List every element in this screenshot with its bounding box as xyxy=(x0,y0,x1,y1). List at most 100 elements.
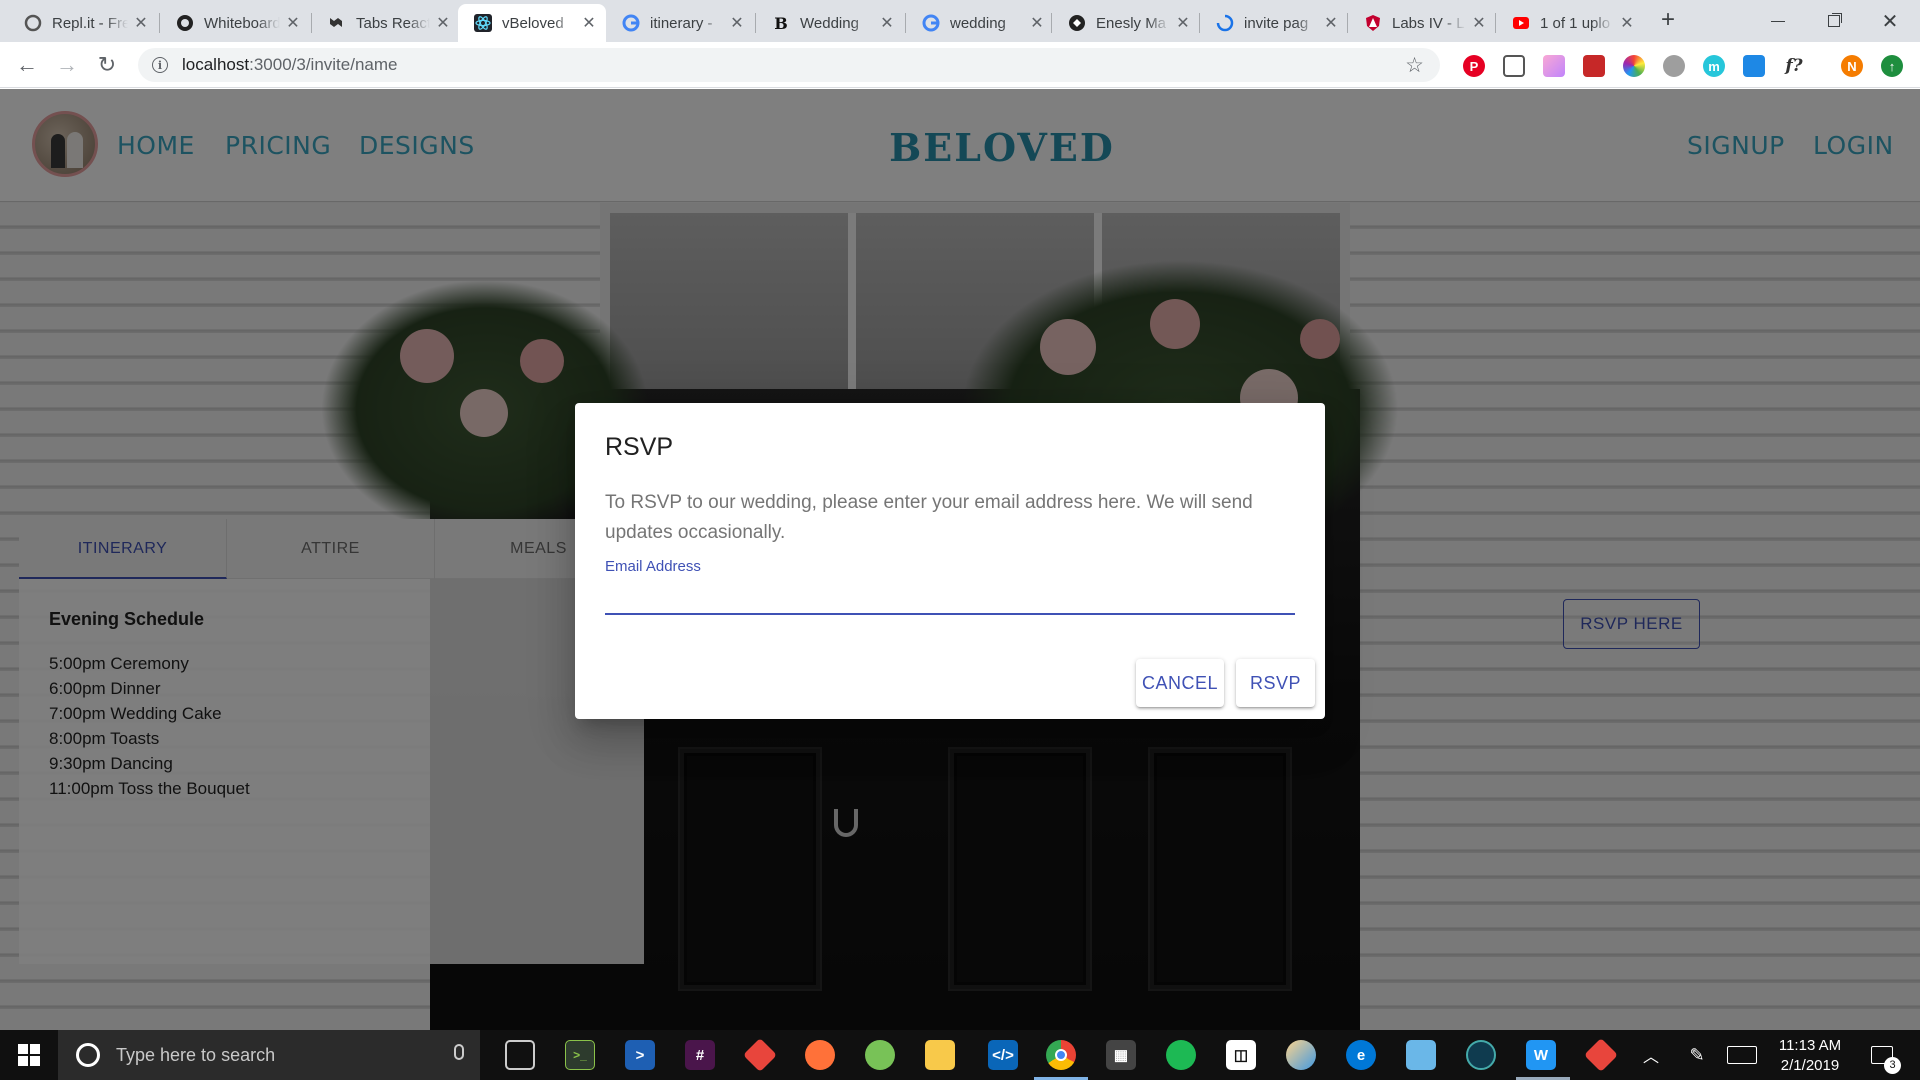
dialog-description: To RSVP to our wedding, please enter you… xyxy=(605,492,1253,543)
update-arrow-icon[interactable]: ↑ xyxy=(1881,55,1903,77)
browser-tab[interactable]: Repl.it - Free ✕ xyxy=(8,4,158,42)
screenshot-icon[interactable] xyxy=(1503,55,1525,77)
close-icon[interactable]: ✕ xyxy=(1470,13,1488,33)
clock-date: 2/1/2019 xyxy=(1780,1057,1840,1074)
address-bar[interactable]: i localhost:3000/3/invite/name ☆ xyxy=(138,48,1440,82)
url-host: localhost xyxy=(182,55,250,74)
microphone-icon[interactable] xyxy=(454,1044,464,1060)
info-icon[interactable]: i xyxy=(152,57,168,73)
word-app-icon[interactable]: W xyxy=(1526,1040,1556,1070)
vscode-icon[interactable]: </> xyxy=(988,1040,1018,1070)
close-icon[interactable]: ✕ xyxy=(434,13,452,33)
close-icon: ✕ xyxy=(1881,10,1899,33)
forward-button[interactable]: → xyxy=(52,50,82,80)
browser-tab[interactable]: 1 of 1 uplo ✕ xyxy=(1496,4,1644,42)
android-studio-icon[interactable] xyxy=(865,1040,895,1070)
rsvp-submit-button[interactable]: RSVP xyxy=(1236,659,1315,707)
start-button[interactable] xyxy=(0,1030,58,1080)
window-extension-icon[interactable] xyxy=(1743,55,1765,77)
url-path: :3000/3/invite/name xyxy=(249,55,398,74)
browser-tab[interactable]: Enesly Ma ✕ xyxy=(1052,4,1200,42)
close-icon[interactable]: ✕ xyxy=(284,13,302,33)
dialog-title: RSVP xyxy=(605,433,674,461)
notepad-icon[interactable] xyxy=(1406,1040,1436,1070)
cancel-button[interactable]: CANCEL xyxy=(1136,659,1224,707)
powershell-icon[interactable]: > xyxy=(625,1040,655,1070)
restore-button[interactable] xyxy=(1806,0,1862,42)
color-wheel-icon[interactable] xyxy=(1623,55,1645,77)
reader-icon[interactable]: ◫ xyxy=(1226,1040,1256,1070)
grid-extension-icon[interactable] xyxy=(1583,55,1605,77)
new-tab-button[interactable]: + xyxy=(1654,6,1682,34)
windows-logo-icon xyxy=(18,1044,40,1066)
email-field[interactable] xyxy=(605,577,1295,615)
meet-extension-icon[interactable]: m xyxy=(1703,55,1725,77)
git-client-icon[interactable] xyxy=(1584,1038,1618,1072)
file-explorer-icon[interactable] xyxy=(925,1040,955,1070)
chevron-up-icon: ︿ xyxy=(1642,1049,1659,1066)
browser-tab-title: 1 of 1 uplo xyxy=(1540,14,1611,32)
close-icon[interactable]: ✕ xyxy=(1028,13,1046,33)
browser-tab[interactable]: invite pag ✕ xyxy=(1200,4,1348,42)
color-palette-icon[interactable] xyxy=(1543,55,1565,77)
arrow-right-icon: → xyxy=(56,52,78,77)
postman-icon[interactable] xyxy=(805,1040,835,1070)
keyboard-icon[interactable] xyxy=(1724,1030,1760,1080)
close-window-button[interactable]: ✕ xyxy=(1862,0,1918,42)
minimize-button[interactable] xyxy=(1750,0,1806,42)
reload-icon: ↻ xyxy=(97,52,117,77)
react-icon xyxy=(474,14,492,32)
notification-center[interactable]: 3 xyxy=(1862,1030,1902,1080)
pen-icon[interactable]: ✎ xyxy=(1680,1030,1714,1080)
system-clock[interactable]: 11:13 AM 2/1/2019 xyxy=(1760,1036,1860,1076)
back-button[interactable]: ← xyxy=(12,50,42,80)
shield-icon xyxy=(1364,14,1382,32)
close-icon[interactable]: ✕ xyxy=(878,13,896,33)
close-icon[interactable]: ✕ xyxy=(1174,13,1192,33)
google-icon xyxy=(622,14,640,32)
terminal-icon[interactable]: >_ xyxy=(565,1040,595,1070)
gitkraken-icon[interactable] xyxy=(1466,1040,1496,1070)
taskbar-search[interactable]: Type here to search xyxy=(58,1030,480,1080)
browser-tab[interactable]: B Wedding ✕ xyxy=(756,4,904,42)
pinterest-icon[interactable]: P xyxy=(1463,55,1485,77)
browser-tab-active[interactable]: vBeloved ✕ xyxy=(458,4,606,42)
reload-button[interactable]: ↻ xyxy=(92,50,122,80)
browser-tab-title: Labs IV - L xyxy=(1392,14,1465,32)
web-page: HOME PRICING DESIGNS BELOVED SIGNUP LOGI… xyxy=(0,89,1920,1030)
close-icon[interactable]: ✕ xyxy=(1322,13,1340,33)
font-identifier-icon[interactable]: f? xyxy=(1783,55,1805,77)
browser-tab[interactable]: Whiteboard ✕ xyxy=(160,4,310,42)
browser-tab[interactable]: itinerary - ✕ xyxy=(606,4,754,42)
browser-tab-title: vBeloved xyxy=(502,14,564,32)
rsvp-dialog: RSVP To RSVP to our wedding, please ente… xyxy=(575,403,1325,719)
browser-tab-title: invite pag xyxy=(1244,14,1309,32)
slack-icon[interactable]: # xyxy=(685,1040,715,1070)
close-icon[interactable]: ✕ xyxy=(728,13,746,33)
browser-tab[interactable]: Labs IV - L ✕ xyxy=(1348,4,1496,42)
browser-tab[interactable]: Tabs React ✕ xyxy=(312,4,460,42)
browser-tab-title: itinerary - xyxy=(650,14,713,32)
browser-tab-title: Repl.it - Free xyxy=(52,14,128,32)
spotify-icon[interactable] xyxy=(1166,1040,1196,1070)
minimize-icon xyxy=(1771,20,1785,22)
paint-icon[interactable] xyxy=(1286,1040,1316,1070)
close-icon[interactable]: ✕ xyxy=(132,13,150,33)
browser-tab-title: Tabs React xyxy=(356,14,430,32)
profile-avatar[interactable]: N xyxy=(1841,55,1863,77)
chrome-icon[interactable] xyxy=(1046,1040,1076,1070)
calculator-icon[interactable]: ▦ xyxy=(1106,1040,1136,1070)
edge-icon[interactable]: e xyxy=(1346,1040,1376,1070)
email-field-label: Email Address xyxy=(605,558,701,575)
bookmark-star-icon[interactable]: ☆ xyxy=(1405,53,1424,78)
cookie-extension-icon[interactable] xyxy=(1663,55,1685,77)
enesly-icon xyxy=(1068,14,1086,32)
close-icon[interactable]: ✕ xyxy=(1618,13,1636,33)
browser-tab[interactable]: wedding ✕ xyxy=(906,4,1054,42)
restore-icon xyxy=(1828,15,1840,27)
clock-time: 11:13 AM xyxy=(1778,1037,1842,1054)
git-icon[interactable] xyxy=(743,1038,777,1072)
task-view-icon[interactable] xyxy=(505,1040,535,1070)
show-hidden-icons[interactable]: ︿ xyxy=(1636,1030,1666,1080)
close-icon[interactable]: ✕ xyxy=(580,13,598,33)
